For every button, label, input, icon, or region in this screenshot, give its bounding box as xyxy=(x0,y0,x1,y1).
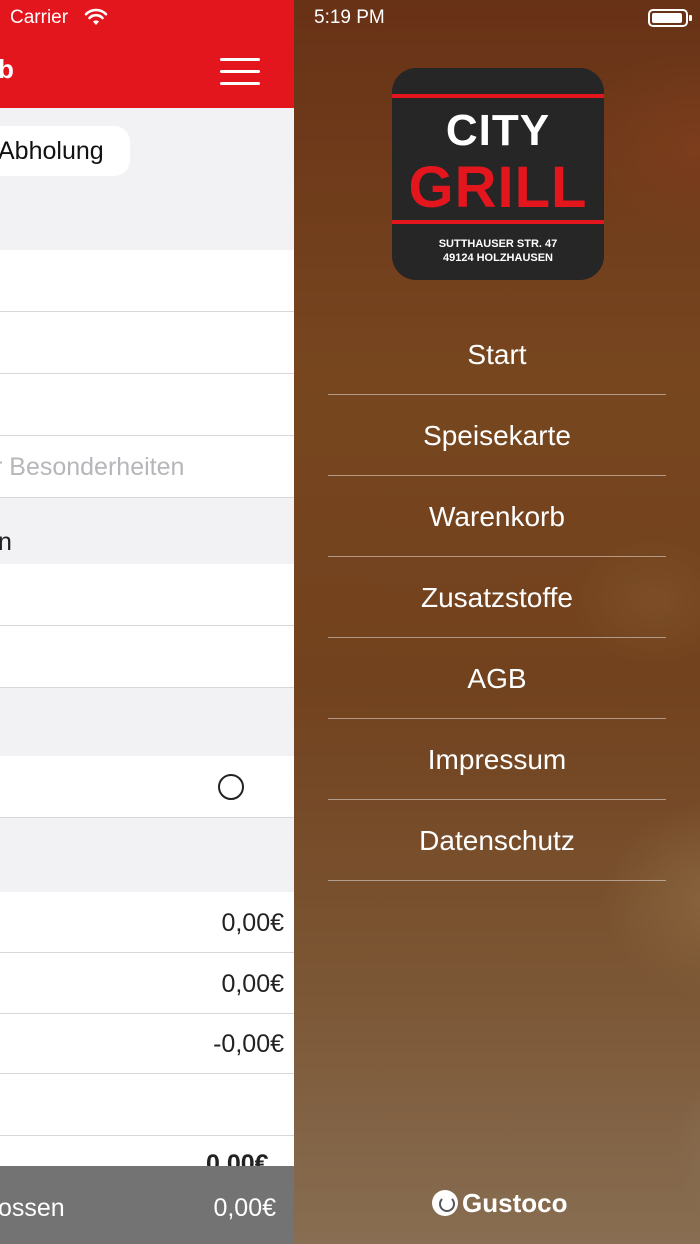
checkout-bar[interactable]: ossen 0,00€ xyxy=(0,1166,294,1244)
radio-unchecked-icon[interactable] xyxy=(218,774,244,800)
section-spacer xyxy=(0,818,294,892)
menu-item-speisekarte[interactable]: Speisekarte xyxy=(328,395,666,476)
status-bar: Carrier xyxy=(0,0,294,36)
section-header-label: n xyxy=(0,528,12,556)
pickup-option-button[interactable]: Abholung xyxy=(0,126,130,176)
menu-item-datenschutz[interactable]: Datenschutz xyxy=(328,800,666,881)
price-value: -0,00€ xyxy=(213,1030,284,1058)
price-row: -0,00€ xyxy=(0,1014,294,1074)
notes-field[interactable]: r Besonderheiten xyxy=(0,436,294,498)
section-spacer xyxy=(0,188,294,250)
price-row: 0,00€ xyxy=(0,953,294,1014)
form-field-row xyxy=(0,1074,294,1136)
carrier-label: Carrier xyxy=(10,7,69,28)
status-time: 5:19 PM xyxy=(314,7,385,28)
menu-item-warenkorb[interactable]: Warenkorb xyxy=(328,476,666,557)
form-field-row[interactable] xyxy=(0,374,294,436)
logo-stripe xyxy=(392,94,604,98)
price-value: 0,00€ xyxy=(221,970,284,998)
gustoco-logo-icon xyxy=(432,1190,458,1216)
form-field-row[interactable] xyxy=(0,626,294,688)
side-menu: 5:19 PM CITY GRILL SUTTHAUSER STR. 47 49… xyxy=(294,0,700,1244)
checkout-total: 0,00€ xyxy=(213,1194,276,1222)
menu-item-zusatzstoffe[interactable]: Zusatzstoffe xyxy=(328,557,666,638)
cart-screen: Carrier b Abholung r Besonderheiten n 0,… xyxy=(0,0,294,1244)
form-field-row[interactable] xyxy=(0,250,294,312)
option-row[interactable] xyxy=(0,756,294,818)
gustoco-branding[interactable]: Gustoco xyxy=(432,1186,567,1220)
menu-item-impressum[interactable]: Impressum xyxy=(328,719,666,800)
nav-bar: b xyxy=(0,36,294,108)
page-title: b xyxy=(0,54,14,84)
menu-list: Start Speisekarte Warenkorb Zusatzstoffe… xyxy=(328,314,666,881)
section-spacer xyxy=(0,688,294,756)
price-value: 0,00€ xyxy=(221,909,284,937)
menu-burger-icon[interactable] xyxy=(220,56,262,88)
checkout-label: ossen xyxy=(0,1194,65,1222)
form-field-row[interactable] xyxy=(0,312,294,374)
restaurant-logo: CITY GRILL SUTTHAUSER STR. 47 49124 HOLZ… xyxy=(392,68,604,280)
form-field-row[interactable] xyxy=(0,564,294,626)
gustoco-label: Gustoco xyxy=(462,1187,568,1218)
battery-icon xyxy=(648,9,692,27)
notes-placeholder: r Besonderheiten xyxy=(0,453,185,481)
logo-address-street: SUTTHAUSER STR. 47 xyxy=(438,238,558,250)
wifi-icon xyxy=(84,8,108,25)
logo-line2: GRILL xyxy=(408,155,588,220)
menu-item-start[interactable]: Start xyxy=(328,314,666,395)
logo-stripe xyxy=(392,220,604,224)
price-row: 0,00€ xyxy=(0,892,294,953)
logo-address-city: 49124 HOLZHAUSEN xyxy=(442,252,554,264)
menu-item-agb[interactable]: AGB xyxy=(328,638,666,719)
logo-line1: CITY xyxy=(445,106,551,155)
section-header: n xyxy=(0,498,294,564)
